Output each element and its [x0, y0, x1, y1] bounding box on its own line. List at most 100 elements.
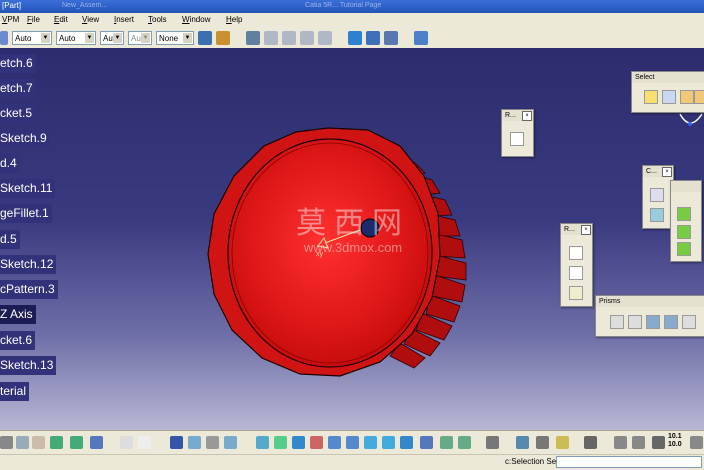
fly-icon[interactable]	[256, 436, 269, 449]
chevron-down-icon[interactable]: ▼	[113, 33, 122, 43]
table-add-icon[interactable]	[300, 31, 314, 45]
lock-icon[interactable]	[206, 436, 219, 449]
tree-item-sketch6[interactable]: etch.6	[0, 54, 36, 73]
pad-icon[interactable]	[610, 315, 624, 329]
copy-icon[interactable]	[16, 436, 29, 449]
tree-item-pad4[interactable]: d.4	[0, 154, 20, 173]
fit-all-icon[interactable]	[274, 436, 287, 449]
select-trap-icon[interactable]	[662, 90, 676, 104]
arrow-icon[interactable]	[690, 436, 703, 449]
zoom-out-icon[interactable]	[346, 436, 359, 449]
refresh-icon[interactable]	[614, 436, 627, 449]
menu-vpm[interactable]: VPM	[2, 15, 19, 24]
camera-icon[interactable]	[584, 436, 597, 449]
paste-icon[interactable]	[32, 436, 45, 449]
select-paint-icon[interactable]	[694, 90, 704, 104]
render-style-icon[interactable]	[420, 436, 433, 449]
plane-icon[interactable]	[569, 286, 583, 300]
select-polygon-icon[interactable]	[680, 90, 694, 104]
pan-icon[interactable]	[292, 436, 305, 449]
chevron-down-icon[interactable]: ▼	[183, 33, 192, 43]
normal-view-icon[interactable]	[364, 436, 377, 449]
select-arrow-icon[interactable]	[644, 90, 658, 104]
point-icon[interactable]	[510, 132, 524, 146]
comment-icon[interactable]	[138, 436, 151, 449]
tree-item-sketch13[interactable]: Sketch.13	[0, 356, 57, 375]
tree-icon[interactable]	[188, 436, 201, 449]
groove-icon[interactable]	[664, 315, 678, 329]
tree-item-edgefillet1[interactable]: geFillet.1	[0, 204, 52, 223]
combo-point-symbol[interactable]: None ▼	[156, 31, 194, 45]
undo-icon[interactable]	[50, 436, 63, 449]
swap-space-icon[interactable]	[458, 436, 471, 449]
menu-window[interactable]: Window	[182, 15, 210, 24]
redo-icon[interactable]	[70, 436, 83, 449]
menu-view[interactable]: View	[82, 15, 99, 24]
constraint-icon-3[interactable]	[677, 242, 691, 256]
combo-line-thickness[interactable]: Aut ▼	[100, 31, 124, 45]
command-input[interactable]	[556, 456, 702, 468]
tree-item-pad5[interactable]: d.5	[0, 230, 20, 249]
combo-line-type[interactable]: Aut ▼	[128, 31, 152, 45]
pocket-icon[interactable]	[628, 315, 642, 329]
table-link-icon[interactable]	[318, 31, 332, 45]
hide-show-icon[interactable]	[440, 436, 453, 449]
chevron-down-icon[interactable]: ▼	[85, 33, 94, 43]
rotate-icon[interactable]	[310, 436, 323, 449]
constraint-icon-2[interactable]	[677, 225, 691, 239]
chevron-down-icon[interactable]: ▼	[41, 33, 50, 43]
tree-item-sketch11[interactable]: Sketch.11	[0, 179, 56, 198]
formula-icon[interactable]	[120, 436, 133, 449]
chevron-down-icon[interactable]: ▼	[141, 33, 150, 43]
table-grid-icon[interactable]	[170, 436, 183, 449]
distance-icon[interactable]	[516, 436, 529, 449]
shaft-icon[interactable]	[646, 315, 660, 329]
menu-file[interactable]: File	[27, 15, 40, 24]
bottle-icon[interactable]	[556, 436, 569, 449]
iso-view-icon[interactable]	[382, 436, 395, 449]
tree-item-z-axis[interactable]: Z Axis	[0, 305, 36, 324]
whats-this-icon[interactable]	[90, 436, 103, 449]
menu-help[interactable]: Help	[226, 15, 242, 24]
menu-tools[interactable]: Tools	[148, 15, 167, 24]
sketch-grid-icon[interactable]	[650, 188, 664, 202]
brush-icon[interactable]	[216, 31, 230, 45]
table-icon[interactable]	[264, 31, 278, 45]
view-cube-icon[interactable]	[400, 436, 413, 449]
tree-item-material[interactable]: terial	[0, 382, 30, 401]
combo-transparency[interactable]: Auto ▼	[56, 31, 96, 45]
menu-insert[interactable]: Insert	[114, 15, 134, 24]
tree-item-pocket5[interactable]: cket.5	[0, 104, 36, 123]
painter-icon[interactable]	[198, 31, 212, 45]
constraint-icon-1[interactable]	[677, 207, 691, 221]
tree-item-sketch9[interactable]: Sketch.9	[0, 129, 50, 148]
tree-item-sketch7[interactable]: etch.7	[0, 79, 36, 98]
tree-item-sketch12[interactable]: Sketch.12	[0, 255, 57, 274]
cube-icon[interactable]	[348, 31, 362, 45]
snap-icon[interactable]	[650, 208, 664, 222]
close-icon[interactable]: ×	[581, 225, 591, 235]
combo-color[interactable]: Auto ▼	[12, 31, 52, 45]
table-edit-icon[interactable]	[282, 31, 296, 45]
inertia-icon[interactable]	[536, 436, 549, 449]
sheet-icon[interactable]	[246, 31, 260, 45]
3d-viewport[interactable]: etch.6 etch.7 cket.5 Sketch.9 d.4 Sketch…	[0, 48, 704, 430]
clock-icon[interactable]	[632, 436, 645, 449]
tree-item-pocket6[interactable]: cket.6	[0, 331, 36, 350]
zoom-in-icon[interactable]	[328, 436, 341, 449]
close-icon[interactable]: ×	[662, 167, 672, 177]
tree-item-circpattern3[interactable]: cPattern.3	[0, 280, 58, 299]
axis-icon[interactable]	[652, 436, 665, 449]
scan-icon[interactable]	[224, 436, 237, 449]
cut-icon[interactable]	[0, 436, 13, 449]
network-icon[interactable]	[414, 31, 428, 45]
menu-edit[interactable]: Edit	[54, 15, 68, 24]
hole-icon[interactable]	[682, 315, 696, 329]
help-pointer-icon[interactable]	[384, 31, 398, 45]
compass-icon[interactable]	[676, 110, 704, 134]
line-icon[interactable]	[569, 266, 583, 280]
toolbar-handle-icon[interactable]	[0, 31, 8, 45]
close-icon[interactable]: ×	[522, 111, 532, 121]
measure-icon[interactable]	[486, 436, 499, 449]
catalog-icon[interactable]	[366, 31, 380, 45]
